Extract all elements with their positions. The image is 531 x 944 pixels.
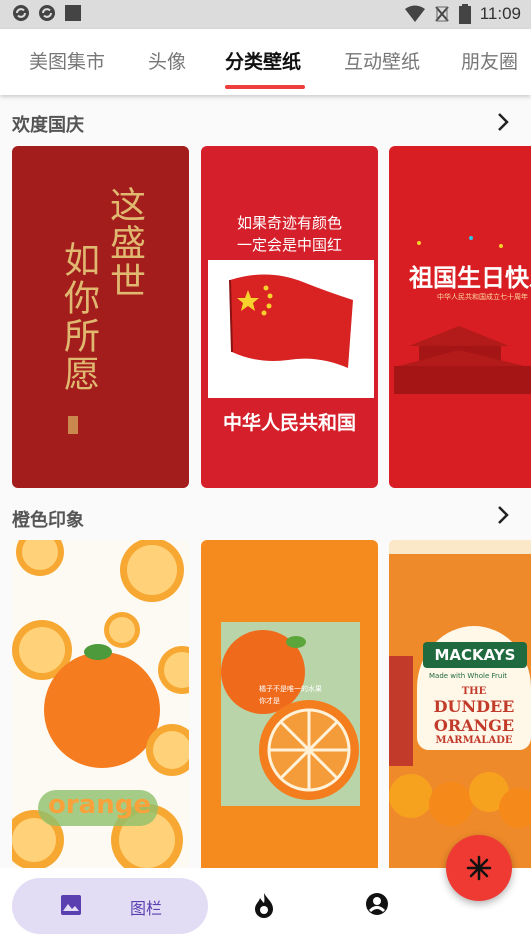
sync-icon bbox=[13, 5, 29, 21]
orange-slices-image bbox=[12, 540, 189, 876]
tab-moments[interactable]: 朋友圈 bbox=[461, 47, 518, 74]
section-title-orange-impression[interactable]: 橙色印象 bbox=[12, 506, 84, 532]
label-dundee: DUNDEE bbox=[433, 697, 515, 716]
seal-stamp bbox=[68, 416, 78, 434]
section-title-national-day[interactable]: 欢度国庆 bbox=[12, 111, 84, 137]
painting-panel: 橘子不是唯一的水果 你才是 bbox=[221, 622, 360, 806]
nav-gallery-label: 图栏 bbox=[130, 899, 163, 918]
painted-orange-image bbox=[221, 630, 359, 800]
image-icon bbox=[61, 895, 81, 915]
card-text-line2: 一定会是中国红 bbox=[236, 236, 342, 254]
tab-bar: 美图集市 头像 分类壁纸 互动壁纸 朋友圈 bbox=[0, 29, 531, 95]
tab-avatar[interactable]: 头像 bbox=[148, 47, 186, 74]
brand-tagline: Made with Whole Fruit bbox=[429, 672, 508, 680]
nav-item-gallery[interactable]: 图栏 bbox=[12, 878, 208, 934]
card-subtext: 中华人民共和国成立七十周年 bbox=[437, 293, 528, 301]
wallpaper-card-orange[interactable]: orange bbox=[12, 540, 189, 882]
painting-text-line2: 你才是 bbox=[259, 697, 280, 705]
card-title: 祖国生日快乐 bbox=[409, 264, 531, 292]
chevron-right-icon[interactable] bbox=[495, 112, 511, 132]
wallpaper-card-shengshi[interactable]: 这盛世 如你所愿 bbox=[12, 146, 189, 488]
card-calligraphy-line1: 这盛世 bbox=[104, 186, 145, 300]
snowflake-icon bbox=[466, 855, 492, 881]
active-tab-indicator bbox=[225, 85, 305, 89]
orange-fruit-image bbox=[389, 772, 531, 828]
wallpaper-card-painted-orange[interactable]: 橘子不是唯一的水果 你才是 bbox=[201, 540, 378, 882]
gate-silhouette-image bbox=[394, 326, 531, 394]
account-icon[interactable] bbox=[365, 892, 389, 916]
fab-button[interactable] bbox=[446, 835, 512, 901]
chevron-right-icon[interactable] bbox=[495, 505, 511, 525]
wallpaper-card-marmalade[interactable]: MACKAYS Made with Whole Fruit THE DUNDEE… bbox=[389, 540, 531, 882]
card-calligraphy-line2: 如你所愿 bbox=[58, 241, 99, 393]
no-signal-icon bbox=[434, 6, 449, 22]
wallpaper-card-birthday[interactable]: 祖国生日快乐 中华人民共和国成立七十周年 bbox=[389, 146, 531, 488]
status-time: 11:09 bbox=[479, 4, 521, 23]
wallpaper-card-china-red[interactable]: 如果奇迹有颜色 一定会是中国红 中华人民共和国 bbox=[201, 146, 378, 488]
chinese-flag-image bbox=[229, 274, 353, 368]
status-bar: 11:09 bbox=[0, 0, 531, 29]
battery-icon bbox=[458, 4, 471, 24]
card-word-orange: orange bbox=[48, 790, 151, 820]
flame-icon[interactable] bbox=[253, 892, 275, 918]
label-marmalade: MARMALADE bbox=[435, 735, 513, 746]
square-icon bbox=[65, 5, 81, 21]
sync-icon bbox=[39, 5, 55, 21]
wifi-icon bbox=[404, 5, 425, 22]
tab-category-wallpaper[interactable]: 分类壁纸 bbox=[225, 47, 301, 74]
tab-meitu-market[interactable]: 美图集市 bbox=[29, 47, 105, 74]
card-text-line1: 如果奇迹有颜色 bbox=[236, 214, 342, 232]
card-caption: 中华人民共和国 bbox=[222, 412, 356, 434]
label-orange: ORANGE bbox=[433, 716, 515, 735]
painting-text-line1: 橘子不是唯一的水果 bbox=[259, 685, 322, 693]
tab-interactive-wallpaper[interactable]: 互动壁纸 bbox=[344, 47, 420, 74]
flag-panel bbox=[208, 260, 374, 398]
brand-label: MACKAYS bbox=[423, 642, 527, 668]
label-the: THE bbox=[461, 686, 487, 697]
